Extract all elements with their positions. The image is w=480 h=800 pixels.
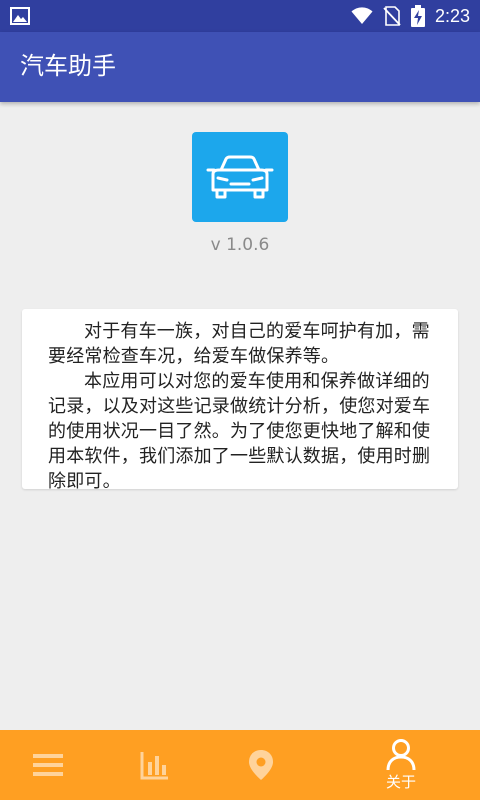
bottom-navigation: 关于 (0, 730, 480, 800)
image-notification-icon (10, 7, 30, 25)
nav-item-menu[interactable] (0, 730, 96, 800)
description-paragraph: 本应用可以对您的爱车使用和保养做详细的记录，以及对这些记录做统计分析，使您对爱车… (48, 371, 431, 492)
status-icons: 2:23 (351, 4, 470, 28)
person-icon (386, 739, 416, 771)
nav-item-statistics[interactable] (107, 730, 203, 800)
wifi-icon (351, 7, 373, 24)
no-sim-icon (383, 6, 401, 26)
nav-item-location[interactable] (213, 730, 309, 800)
nav-item-label: 关于 (385, 773, 416, 791)
car-icon (206, 155, 274, 199)
battery-charging-icon (410, 5, 425, 27)
app-logo (192, 132, 288, 222)
menu-icon (33, 754, 63, 776)
status-time: 2:23 (434, 5, 470, 26)
chart-icon (140, 752, 168, 780)
app-version: v 1.0.6 (210, 235, 270, 255)
description-card: 对于有车一族，对自己的爱车呵护有加，需要经常检查车况，给爱车做保养等。 本应用可… (22, 309, 458, 492)
status-bar: 2:23 (0, 0, 480, 32)
app-bar: 汽车助手 (0, 32, 480, 102)
app-title: 汽车助手 (20, 52, 116, 80)
nav-item-about[interactable]: 关于 (353, 730, 449, 800)
location-pin-icon (249, 750, 273, 780)
description-paragraph: 对于有车一族，对自己的爱车呵护有加，需要经常检查车况，给爱车做保养等。 (48, 321, 430, 367)
